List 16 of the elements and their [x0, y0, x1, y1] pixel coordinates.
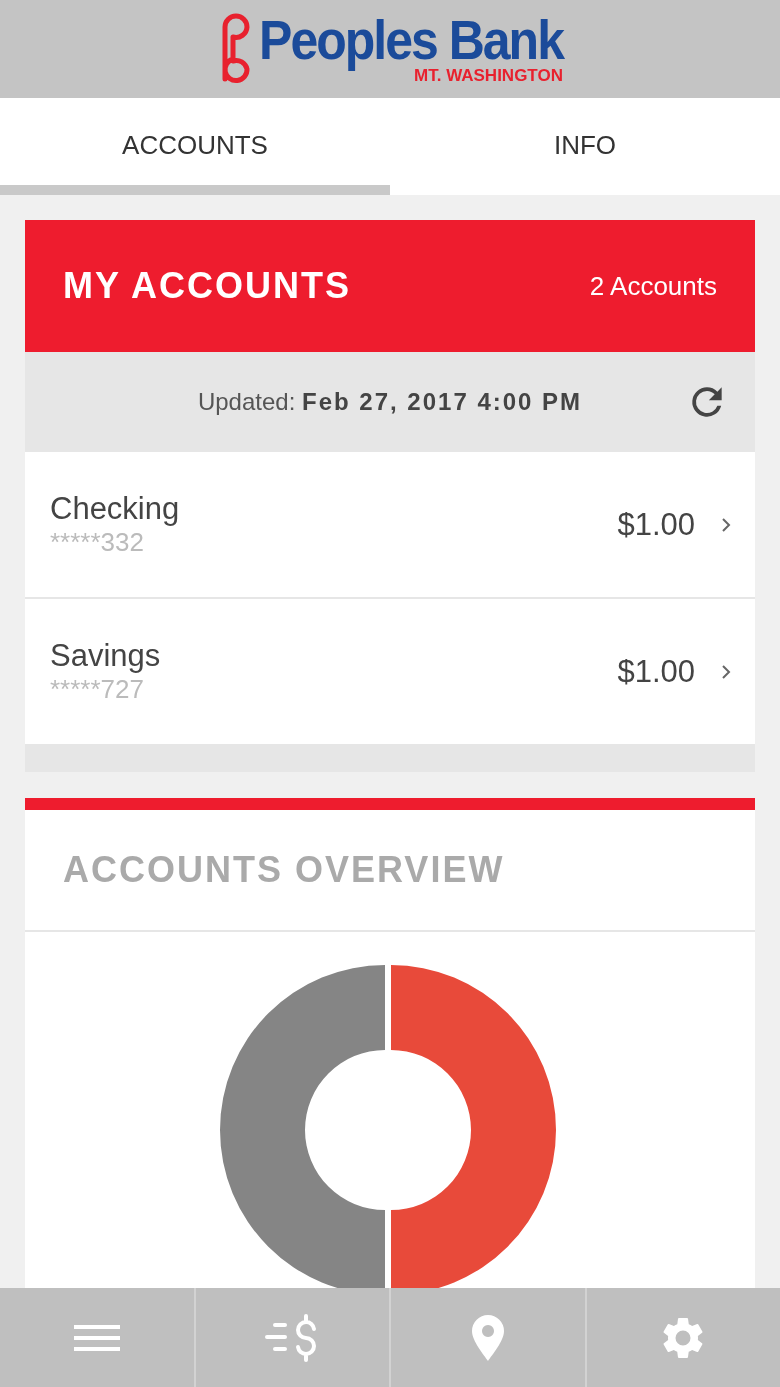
- account-row[interactable]: Savings *****727 $1.00: [25, 599, 755, 746]
- chevron-icon: [721, 516, 731, 533]
- chevron-icon: [721, 663, 731, 680]
- branch-name: MT. WASHINGTON: [414, 66, 563, 84]
- account-count: 2 Accounts: [589, 270, 717, 302]
- account-balance: $1.00: [617, 506, 695, 543]
- account-number: *****332: [50, 527, 145, 558]
- overview-title: ACCOUNTS OVERVIEW: [63, 849, 505, 891]
- account-name: Checking: [50, 491, 181, 527]
- updated-text: Updated: Feb 27, 2017 4:00 PM: [197, 388, 583, 416]
- account-number: *****727: [50, 674, 145, 705]
- account-balance: $1.00: [617, 653, 695, 690]
- card-title: MY ACCOUNTS: [63, 265, 351, 307]
- account-name: Savings: [50, 638, 162, 674]
- location-pin-icon: [469, 1312, 506, 1363]
- account-row[interactable]: Checking *****332 $1.00: [25, 452, 755, 599]
